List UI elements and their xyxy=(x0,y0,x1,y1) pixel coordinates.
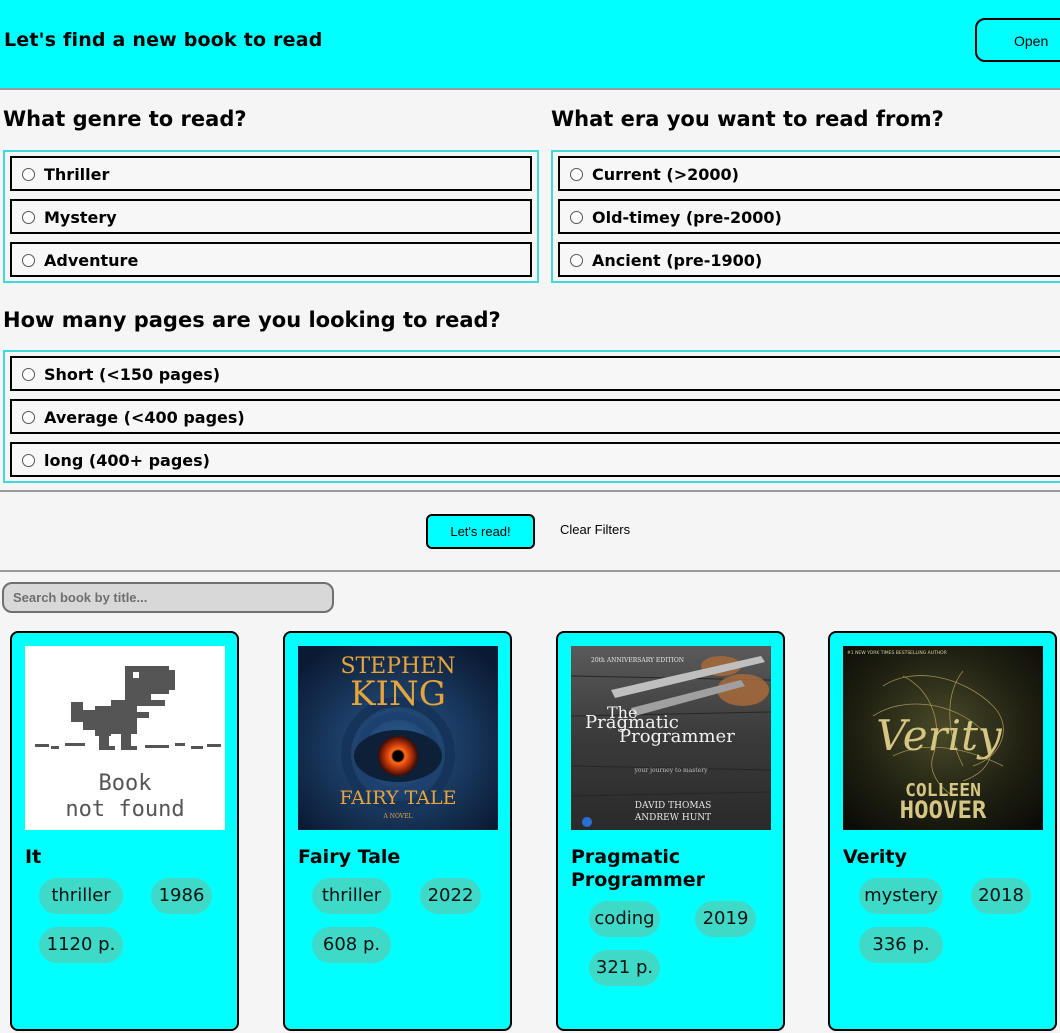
year-tag: 2018 xyxy=(971,878,1031,914)
cover-text: #1 NEW YORK TIMES BESTSELLING AUTHOR xyxy=(847,650,947,656)
genre-option-label: Thriller xyxy=(44,165,110,184)
verity-cover-art: #1 NEW YORK TIMES BESTSELLING AUTHOR Ver… xyxy=(843,646,1043,830)
genre-option-label: Mystery xyxy=(44,208,117,227)
pages-option-label: long (400+ pages) xyxy=(44,451,210,470)
book-cover-not-found: Book not found xyxy=(25,646,225,830)
pages-option-average[interactable]: Average (<400 pages) xyxy=(10,399,1060,434)
cover-text: HOOVER xyxy=(900,796,987,824)
pages-option-label: Average (<400 pages) xyxy=(44,408,245,427)
pragmatic-cover-art: 20th ANNIVERSARY EDITION The Pragmatic P… xyxy=(571,646,771,830)
book-cover-pragmatic-programmer: 20th ANNIVERSARY EDITION The Pragmatic P… xyxy=(571,646,771,830)
book-cover-fairy-tale: STEPHEN KING FAIRY TALE A NOVEL xyxy=(298,646,498,830)
genre-option-adventure[interactable]: Adventure xyxy=(10,242,532,277)
genre-tag: coding xyxy=(589,901,660,937)
era-radio-current[interactable] xyxy=(570,168,583,181)
pages-option-long[interactable]: long (400+ pages) xyxy=(10,442,1060,477)
genre-tag: mystery xyxy=(859,878,943,914)
pages-option-short[interactable]: Short (<150 pages) xyxy=(10,356,1060,391)
book-card-verity[interactable]: #1 NEW YORK TIMES BESTSELLING AUTHOR Ver… xyxy=(828,631,1057,1031)
open-button[interactable]: Open xyxy=(975,18,1060,62)
era-option-old-timey[interactable]: Old-timey (pre-2000) xyxy=(558,199,1060,234)
era-radio-old-timey[interactable] xyxy=(570,211,583,224)
year-tag: 2019 xyxy=(695,901,756,937)
genre-options-group: Thriller Mystery Adventure xyxy=(3,150,539,283)
book-card-fairy-tale[interactable]: STEPHEN KING FAIRY TALE A NOVEL Fairy Ta… xyxy=(283,631,512,1031)
page-title: Let's find a new book to read xyxy=(4,29,323,51)
genre-heading: What genre to read? xyxy=(3,107,247,131)
pages-radio-average[interactable] xyxy=(22,411,35,424)
era-radio-ancient[interactable] xyxy=(570,254,583,267)
genre-radio-mystery[interactable] xyxy=(22,211,35,224)
cover-text: your journey to mastery xyxy=(633,767,708,774)
genre-option-thriller[interactable]: Thriller xyxy=(10,156,532,191)
book-cover-verity: #1 NEW YORK TIMES BESTSELLING AUTHOR Ver… xyxy=(843,646,1043,830)
divider xyxy=(0,570,1060,572)
cover-text: Programmer xyxy=(619,726,735,747)
pages-heading: How many pages are you looking to read? xyxy=(3,308,501,332)
genre-tag: thriller xyxy=(312,878,391,914)
cover-text: DAVID THOMAS xyxy=(635,801,712,811)
app-header: Let's find a new book to read Open xyxy=(0,0,1060,90)
divider xyxy=(0,490,1060,492)
pages-tag: 321 p. xyxy=(589,950,660,986)
cover-text: Verity xyxy=(876,711,1003,760)
fairy-tale-cover-art: STEPHEN KING FAIRY TALE A NOVEL xyxy=(298,646,498,830)
cover-text: not found xyxy=(65,797,184,822)
era-option-label: Current (>2000) xyxy=(592,165,739,184)
lets-read-button[interactable]: Let's read! xyxy=(426,514,535,549)
cover-text: ANDREW HUNT xyxy=(634,813,711,823)
genre-option-label: Adventure xyxy=(44,251,139,270)
era-heading: What era you want to read from? xyxy=(551,107,944,131)
search-input[interactable] xyxy=(2,582,334,613)
pages-option-label: Short (<150 pages) xyxy=(44,365,221,384)
book-title: Verity xyxy=(843,846,907,868)
year-tag: 1986 xyxy=(151,878,212,914)
genre-radio-thriller[interactable] xyxy=(22,168,35,181)
pages-options-group: Short (<150 pages) Average (<400 pages) … xyxy=(3,350,1060,483)
era-option-current[interactable]: Current (>2000) xyxy=(558,156,1060,191)
pages-tag: 336 p. xyxy=(859,927,943,963)
genre-radio-adventure[interactable] xyxy=(22,254,35,267)
cover-text: FAIRY TALE xyxy=(340,787,457,809)
cover-text: Book xyxy=(99,771,152,796)
cover-text: A NOVEL xyxy=(382,813,412,820)
book-title: Pragmatic Programmer xyxy=(571,846,705,891)
era-option-label: Ancient (pre-1900) xyxy=(592,251,763,270)
year-tag: 2022 xyxy=(420,878,481,914)
clear-filters-button[interactable]: Clear Filters xyxy=(560,522,630,537)
pages-radio-short[interactable] xyxy=(22,368,35,381)
cover-text: 20th ANNIVERSARY EDITION xyxy=(591,657,684,664)
genre-tag: thriller xyxy=(39,878,123,914)
cover-text: KING xyxy=(350,674,446,714)
pages-tag: 1120 p. xyxy=(39,927,123,963)
era-options-group: Current (>2000) Old-timey (pre-2000) Anc… xyxy=(551,150,1060,283)
book-card-pragmatic-programmer[interactable]: 20th ANNIVERSARY EDITION The Pragmatic P… xyxy=(556,631,785,1031)
dino-icon: Book not found xyxy=(35,666,221,822)
book-card-it[interactable]: Book not found It thriller 1986 1120 p. xyxy=(10,631,239,1031)
book-title: It xyxy=(25,846,42,868)
pages-tag: 608 p. xyxy=(312,927,391,963)
genre-option-mystery[interactable]: Mystery xyxy=(10,199,532,234)
era-option-label: Old-timey (pre-2000) xyxy=(592,208,782,227)
book-title: Fairy Tale xyxy=(298,846,401,868)
pages-radio-long[interactable] xyxy=(22,454,35,467)
era-option-ancient[interactable]: Ancient (pre-1900) xyxy=(558,242,1060,277)
